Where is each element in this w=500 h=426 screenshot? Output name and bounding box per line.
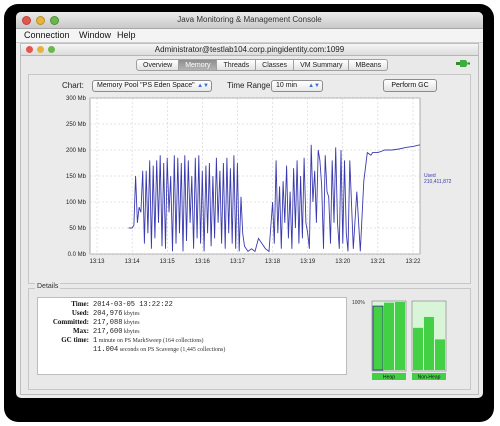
details-row: Used: 204,976 kbytes — [38, 309, 346, 318]
y-tick-label: 250 Mb — [66, 122, 87, 128]
details-text-area: Time: 2014-03-05 13:22:22 Used: 204,976 kby… — [37, 297, 347, 375]
tab-overview[interactable]: Overview — [136, 59, 180, 71]
y-tick-label: 300 Mb — [66, 96, 87, 102]
details-label: Committed: — [52, 318, 89, 326]
details-value-number: 217,088 — [93, 319, 123, 327]
menu-bar: Connection Window Help — [16, 29, 483, 43]
details-value-unit: kbytes — [122, 311, 140, 317]
menu-help[interactable]: Help — [117, 30, 136, 40]
memory-chart-panel: Chart: Memory Pool "PS Eden Space" ▲▼ Ti… — [28, 74, 471, 284]
memory-pool-bar[interactable] — [395, 302, 405, 370]
y-tick-label: 200 Mb — [66, 148, 87, 154]
details-row: Time: 2014-03-05 13:22:22 — [38, 300, 346, 309]
details-value-number: 204,976 — [93, 310, 123, 318]
details-row: Committed: 217,088 kbytes — [38, 318, 346, 327]
x-tick-label: 13:21 — [370, 259, 386, 265]
percent-axis-label: 100% — [352, 300, 365, 306]
x-tick-label: 13:19 — [300, 259, 316, 265]
details-group: Details Time: 2014-03-05 13:22:22 Used: 204… — [28, 283, 471, 390]
x-tick-label: 13:17 — [230, 259, 246, 265]
menu-connection[interactable]: Connection — [24, 30, 70, 40]
title-bar[interactable]: Java Monitoring & Management Console — [16, 12, 483, 29]
bar-group-label: Non-Heap — [418, 375, 441, 381]
memory-line-chart: 300 Mb 250 Mb 200 Mb 150 Mb 100 Mb 50 Mb 0.0 M… — [66, 96, 452, 265]
x-tick-label: 13:18 — [265, 259, 281, 265]
y-tick-label: 0.0 Mb — [68, 252, 87, 258]
details-value: 11.004 seconds on PS Scavenge (1,445 col… — [93, 345, 225, 355]
tab-threads[interactable]: Threads — [217, 59, 257, 71]
x-tick-label: 13:14 — [125, 259, 141, 265]
tab-classes[interactable]: Classes — [256, 59, 295, 71]
details-label: Max: — [73, 327, 89, 335]
y-tick-label: 100 Mb — [66, 200, 87, 206]
details-value-number: 217,600 — [93, 328, 123, 336]
details-row: 11.004 seconds on PS Scavenge (1,445 col… — [38, 345, 346, 354]
x-tick-label: 13:15 — [160, 259, 176, 265]
details-value-unit: minute on PS MarkSweep (164 collections) — [97, 338, 204, 344]
connection-frame: Administrator@testlab104.corp.pingidenti… — [20, 43, 479, 395]
details-value-unit: kbytes — [122, 329, 140, 335]
details-value-unit: kbytes — [122, 320, 140, 326]
details-row: Max: 217,600 kbytes — [38, 327, 346, 336]
tab-vm-summary[interactable]: VM Summary — [294, 59, 350, 71]
y-tick-label: 50 Mb — [69, 226, 86, 232]
memory-pool-bar-chart: 100% Heap Non-Heap — [352, 300, 447, 381]
connection-title-bar[interactable]: Administrator@testlab104.corp.pingidenti… — [21, 44, 478, 56]
menu-window[interactable]: Window — [79, 30, 111, 40]
app-title: Java Monitoring & Management Console — [177, 15, 322, 24]
x-tick-label: 13:13 — [90, 259, 106, 265]
memory-pool-bar[interactable] — [424, 316, 434, 370]
tab-bar: Overview Memory Threads Classes VM Summa… — [136, 59, 389, 71]
details-row: GC time: 1 minute on PS MarkSweep (164 co… — [38, 336, 346, 345]
bar-group-label: Heap — [383, 375, 395, 381]
connected-plug-icon — [456, 60, 470, 67]
details-label: Time: — [71, 300, 89, 308]
x-tick-label: 13:22 — [405, 259, 421, 265]
memory-pool-bar[interactable] — [435, 339, 445, 370]
used-annotation-value: 210,411,872 — [424, 179, 452, 185]
y-tick-label: 150 Mb — [66, 174, 87, 180]
tab-memory[interactable]: Memory — [179, 59, 218, 71]
details-legend: Details — [35, 283, 61, 290]
details-value-number: 11.004 — [93, 346, 119, 354]
details-value-number: 2014-03-05 13:22:22 — [93, 301, 173, 309]
connection-title: Administrator@testlab104.corp.pingidenti… — [154, 45, 345, 54]
app-window: Java Monitoring & Management Console Con… — [16, 12, 483, 398]
tab-mbeans[interactable]: MBeans — [349, 59, 389, 71]
x-tick-label: 13:16 — [195, 259, 211, 265]
memory-pool-bar[interactable] — [372, 305, 384, 371]
details-label: GC time: — [61, 336, 89, 344]
memory-pool-bar[interactable] — [384, 302, 394, 370]
memory-pool-bar[interactable] — [413, 327, 423, 370]
x-tick-label: 13:20 — [335, 259, 351, 265]
details-label: Used: — [71, 309, 89, 317]
details-value-unit: seconds on PS Scavenge (1,445 collection… — [118, 347, 226, 353]
